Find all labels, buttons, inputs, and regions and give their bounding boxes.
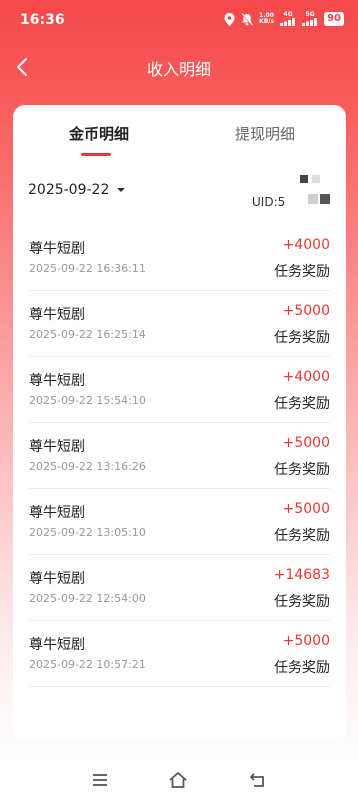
tab-bar: 金币明细 提现明细 [13, 105, 346, 161]
page-title: 收入明细 [146, 60, 211, 79]
location-icon [224, 12, 235, 26]
record-type: 任务奖励 [274, 396, 330, 412]
list-item[interactable]: 尊牛短剧 2025-09-22 16:25:14 +5000 任务奖励 [29, 291, 330, 357]
redaction-mask [300, 175, 308, 183]
record-type: 任务奖励 [274, 264, 330, 280]
tab-withdraw-detail[interactable]: 提现明细 [235, 123, 295, 144]
record-time: 2025-09-22 13:16:26 [29, 460, 146, 473]
record-amount: +5000 [282, 435, 330, 451]
uid-label: UID:5 [252, 195, 286, 209]
income-detail-card: 金币明细 提现明细 2025-09-22 UID:5 尊牛短剧 2025-09-… [13, 105, 346, 741]
list-item[interactable]: 尊牛短剧 2025-09-22 12:54:00 +14683 任务奖励 [29, 555, 330, 621]
record-time: 2025-09-22 15:54:10 [29, 394, 146, 407]
record-time: 2025-09-22 13:05:10 [29, 526, 146, 539]
record-type: 任务奖励 [274, 330, 330, 346]
list-item[interactable]: 尊牛短剧 2025-09-22 15:54:10 +4000 任务奖励 [29, 357, 330, 423]
menu-icon[interactable] [90, 770, 110, 790]
net-speed-unit: KB/s [259, 18, 275, 25]
record-title: 尊牛短剧 [29, 439, 85, 455]
filter-row: 2025-09-22 UID:5 [13, 161, 346, 225]
list-item[interactable]: 尊牛短剧 2025-09-22 13:05:10 +5000 任务奖励 [29, 489, 330, 555]
signal-4g: 4G [280, 12, 296, 26]
redaction-mask [312, 175, 320, 183]
redaction-mask [308, 194, 318, 204]
page-header: 收入明细 [0, 44, 358, 90]
record-type: 任务奖励 [274, 594, 330, 610]
record-title: 尊牛短剧 [29, 571, 85, 587]
record-amount: +5000 [282, 501, 330, 517]
redaction-mask [320, 194, 330, 204]
record-amount: +14683 [273, 567, 330, 583]
caret-down-icon [117, 188, 126, 192]
net-speed: 1.00 KB/s [259, 13, 274, 25]
date-value: 2025-09-22 [28, 182, 110, 198]
record-amount: +4000 [282, 369, 330, 385]
record-title: 尊牛短剧 [29, 241, 85, 257]
home-icon[interactable] [168, 770, 188, 790]
record-amount: +5000 [282, 633, 330, 649]
signal-5g: 5G [302, 12, 318, 26]
list-item[interactable]: 尊牛短剧 2025-09-22 10:57:21 +5000 任务奖励 [29, 621, 330, 687]
record-type: 任务奖励 [274, 462, 330, 478]
record-time: 2025-09-22 12:54:00 [29, 592, 146, 605]
record-type: 任务奖励 [274, 528, 330, 544]
bell-off-icon [241, 12, 253, 26]
return-icon[interactable] [248, 770, 268, 790]
signal-icon [302, 18, 318, 26]
record-time: 2025-09-22 16:36:11 [29, 262, 146, 275]
list-item[interactable]: 尊牛短剧 2025-09-22 13:16:26 +5000 任务奖励 [29, 423, 330, 489]
tab-coin-detail[interactable]: 金币明细 [69, 123, 129, 144]
record-title: 尊牛短剧 [29, 505, 85, 521]
record-time: 2025-09-22 16:25:14 [29, 328, 146, 341]
list-item[interactable]: 尊牛短剧 2025-09-22 16:36:11 +4000 任务奖励 [29, 225, 330, 291]
date-picker[interactable]: 2025-09-22 [28, 182, 126, 198]
record-type: 任务奖励 [274, 660, 330, 676]
active-tab-indicator [81, 153, 111, 156]
record-time: 2025-09-22 10:57:21 [29, 658, 146, 671]
record-title: 尊牛短剧 [29, 373, 85, 389]
status-time: 16:36 [20, 12, 65, 28]
status-icons: 1.00 KB/s 4G 5G 90 [224, 12, 344, 26]
system-nav-bar [0, 758, 358, 800]
record-list: 尊牛短剧 2025-09-22 16:36:11 +4000 任务奖励 尊牛短剧… [13, 225, 346, 687]
signal-icon [280, 18, 296, 26]
status-bar: 16:36 1.00 KB/s 4G 5G 90 [0, 0, 358, 40]
record-amount: +5000 [282, 303, 330, 319]
record-title: 尊牛短剧 [29, 637, 85, 653]
record-amount: +4000 [282, 237, 330, 253]
battery-indicator: 90 [324, 12, 344, 26]
uid-info: UID:5 [248, 173, 332, 213]
record-title: 尊牛短剧 [29, 307, 85, 323]
